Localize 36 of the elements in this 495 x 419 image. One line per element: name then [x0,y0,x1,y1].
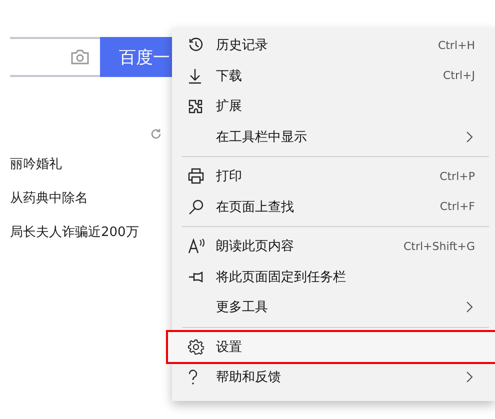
shortcut-text: Ctrl+Shift+G [403,240,475,253]
settings-icon [188,338,204,355]
refresh-icon[interactable] [150,128,162,140]
menu-item-label: 历史记录 [216,37,269,54]
menu-item-label: 下载 [216,68,243,85]
shortcut-text: Ctrl+P [440,170,475,183]
menu-item[interactable]: 设置 [168,332,495,362]
shortcut-text: Ctrl+H [438,38,475,52]
shortcut-text: Ctrl+F [440,200,475,214]
menu-item-label: 朗读此页内容 [216,238,295,256]
menu-item-label: 打印 [216,168,243,186]
search-icon [188,198,204,215]
menu-item-label: 扩展 [216,98,243,116]
printer-icon [188,168,204,184]
shortcut-text: Ctrl+J [442,69,475,82]
menu-item[interactable]: 打印 Ctrl+P [172,161,495,192]
menu-item[interactable]: 将此页面固定到任务栏 [172,262,495,292]
menu-item-label: 帮助和反馈 [216,369,282,386]
menu-item-label: 将此页面固定到任务栏 [216,268,347,286]
menu-item[interactable]: 在页面上查找 Ctrl+F [172,192,495,222]
menu-item-label: 设置 [216,338,243,356]
history-icon [188,37,204,54]
menu-item[interactable]: 扩展 [172,91,495,122]
menu-item[interactable]: 更多工具 [172,292,495,322]
download-icon [188,68,202,84]
read-aloud-icon [188,238,206,254]
menu-item[interactable]: 朗读此页内容 Ctrl+Shift+G [172,231,495,262]
help-icon [188,369,198,386]
menu-item[interactable]: 帮助和反馈 [172,362,495,392]
puzzle-icon [188,98,203,114]
menu-item-label: 更多工具 [216,299,269,316]
menu-item-label: 在工具栏中显示 [216,128,308,146]
menu-item[interactable]: 在工具栏中显示 [172,122,495,152]
camera-icon[interactable] [70,49,90,65]
menu-item-label: 在页面上查找 [216,198,295,216]
pin-icon [188,270,204,283]
